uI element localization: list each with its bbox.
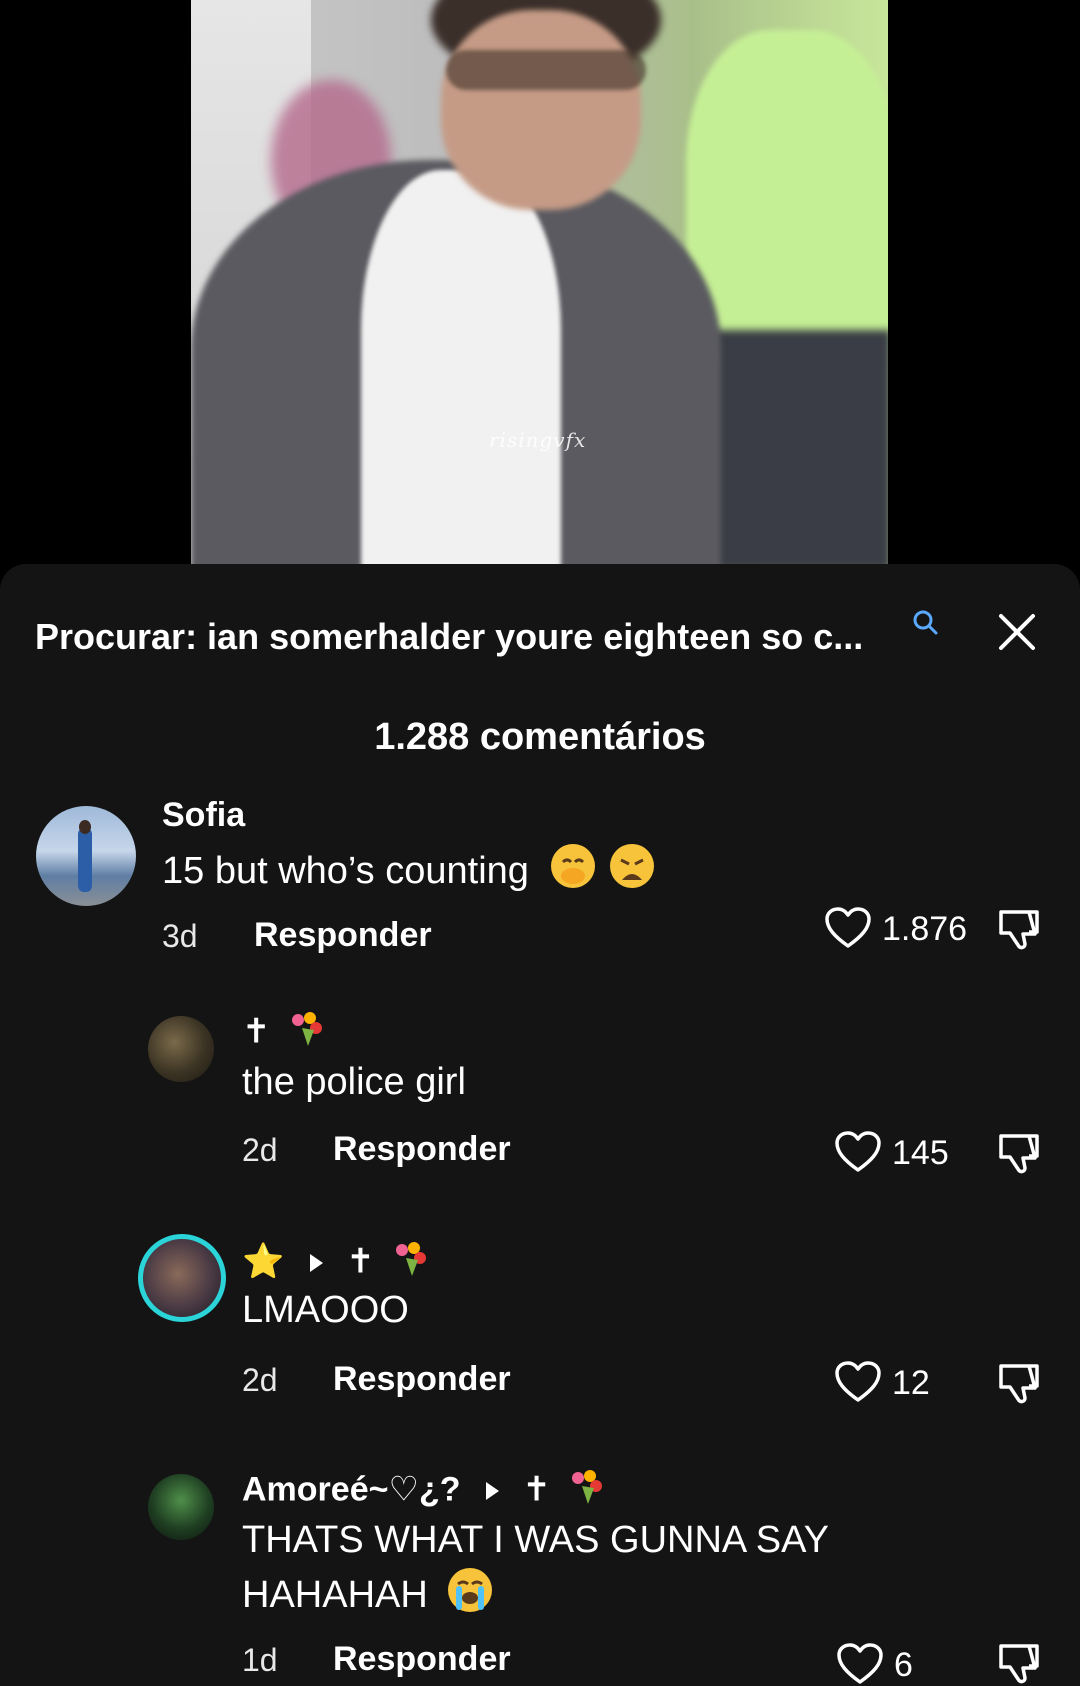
dislike-icon[interactable] (996, 904, 1044, 952)
comment-username[interactable]: Sofia (162, 796, 245, 835)
reply-button[interactable]: Responder (254, 916, 432, 955)
search-icon[interactable] (911, 608, 939, 636)
reply-arrow-icon (485, 1481, 499, 1500)
reply-target[interactable]: ✝ (346, 1242, 375, 1280)
comment-username[interactable]: ✝ (242, 1010, 324, 1057)
avatar[interactable] (148, 1016, 214, 1082)
video-background-person-legs (711, 330, 888, 566)
like-count: 145 (892, 1134, 949, 1172)
avatar[interactable] (148, 1474, 214, 1540)
comment-text: 15 but who’s counting (162, 842, 656, 904)
comment-text-line2: HAHAHAH (242, 1566, 494, 1628)
bouquet-icon (392, 1240, 428, 1287)
comments-count: 1.288 comentários (374, 716, 706, 758)
close-icon[interactable] (997, 612, 1037, 652)
username-label: Amoreé~♡¿? (242, 1470, 461, 1509)
heart-icon[interactable] (836, 1642, 884, 1686)
like-count: 6 (894, 1646, 913, 1684)
dislike-icon[interactable] (996, 1638, 1044, 1686)
like-count: 1.876 (882, 910, 968, 948)
comment-time: 1d (242, 1642, 278, 1678)
video-watermark: risingvfx (489, 428, 587, 452)
avatar[interactable] (36, 806, 136, 906)
star-icon: ⭐ (242, 1242, 285, 1281)
bouquet-icon (568, 1468, 604, 1515)
comment-time: 3d (162, 918, 198, 954)
comment-username[interactable]: Amoreé~♡¿? ✝ (242, 1468, 604, 1515)
comment-text: the police girl (242, 1061, 466, 1103)
search-bar[interactable]: Procurar: ian somerhalder youre eighteen… (35, 608, 1045, 668)
comment-time: 2d (242, 1362, 278, 1398)
heart-icon[interactable] (824, 906, 872, 950)
comment-time: 2d (242, 1132, 278, 1168)
like-count: 12 (892, 1364, 930, 1402)
weary-face-icon (608, 842, 656, 904)
heart-icon[interactable] (834, 1130, 882, 1174)
bouquet-icon (288, 1010, 324, 1057)
comment-text: LMAOOO (242, 1289, 409, 1331)
reply-target[interactable]: ✝ (522, 1470, 551, 1508)
video-background-person (686, 30, 888, 360)
comments-sheet: Procurar: ian somerhalder youre eighteen… (0, 564, 1080, 1686)
video-person-shirt (361, 170, 561, 566)
avatar[interactable] (138, 1234, 226, 1322)
reply-arrow-icon (309, 1253, 323, 1272)
comment-text-content: 15 but who’s counting (162, 850, 529, 893)
comment-text-line1: THATS WHAT I WAS GUNNA SAY (242, 1519, 829, 1561)
loudly-crying-face-icon (446, 1566, 494, 1628)
dislike-icon[interactable] (996, 1128, 1044, 1176)
video-thumbnail[interactable]: risingvfx (191, 0, 888, 566)
dislike-icon[interactable] (996, 1358, 1044, 1406)
reply-button[interactable]: Responder (333, 1130, 511, 1169)
video-person-sunglasses (446, 50, 646, 90)
comment-username[interactable]: ⭐ ✝ (242, 1240, 428, 1287)
heart-icon[interactable] (834, 1360, 882, 1404)
comment-text-content: HAHAHAH (242, 1574, 428, 1617)
reply-button[interactable]: Responder (333, 1360, 511, 1399)
username-prefix: ✝ (242, 1012, 271, 1051)
video-person-face (441, 10, 641, 210)
search-label[interactable]: Procurar: ian somerhalder youre eighteen… (35, 616, 863, 658)
reply-button[interactable]: Responder (333, 1640, 511, 1679)
face-with-hand-over-mouth-icon (549, 842, 597, 904)
video-area[interactable]: risingvfx (0, 0, 1080, 566)
